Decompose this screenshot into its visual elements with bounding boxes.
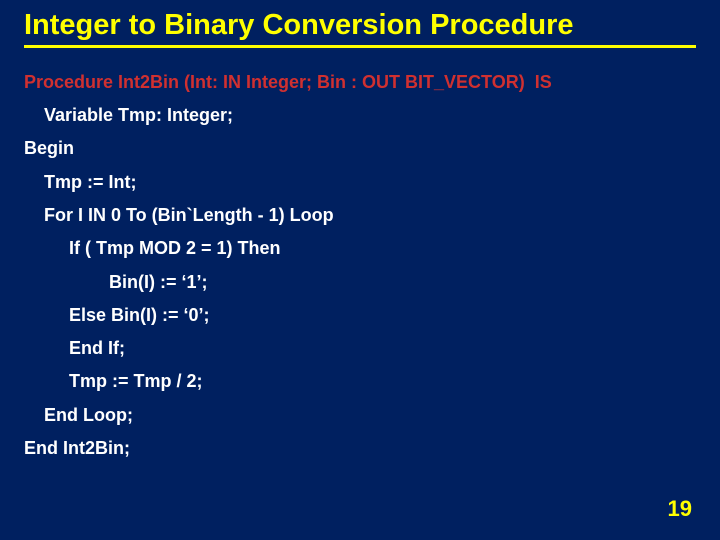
code-line: Begin	[24, 132, 696, 165]
code-line: Tmp := Int;	[24, 166, 696, 199]
code-line: Variable Tmp: Integer;	[24, 99, 696, 132]
code-line: Bin(I) := ‘1’;	[24, 266, 696, 299]
code-line: If ( Tmp MOD 2 = 1) Then	[24, 232, 696, 265]
code-line: End Int2Bin;	[24, 432, 696, 465]
code-line: For I IN 0 To (Bin`Length - 1) Loop	[24, 199, 696, 232]
code-line: End If;	[24, 332, 696, 365]
code-line: Procedure Int2Bin (Int: IN Integer; Bin …	[24, 66, 696, 99]
code-line: Else Bin(I) := ‘0’;	[24, 299, 696, 332]
code-line: End Loop;	[24, 399, 696, 432]
code-line: Tmp := Tmp / 2;	[24, 365, 696, 398]
code-block: Procedure Int2Bin (Int: IN Integer; Bin …	[24, 66, 696, 466]
slide-title: Integer to Binary Conversion Procedure	[24, 8, 696, 48]
page-number: 19	[668, 496, 692, 522]
